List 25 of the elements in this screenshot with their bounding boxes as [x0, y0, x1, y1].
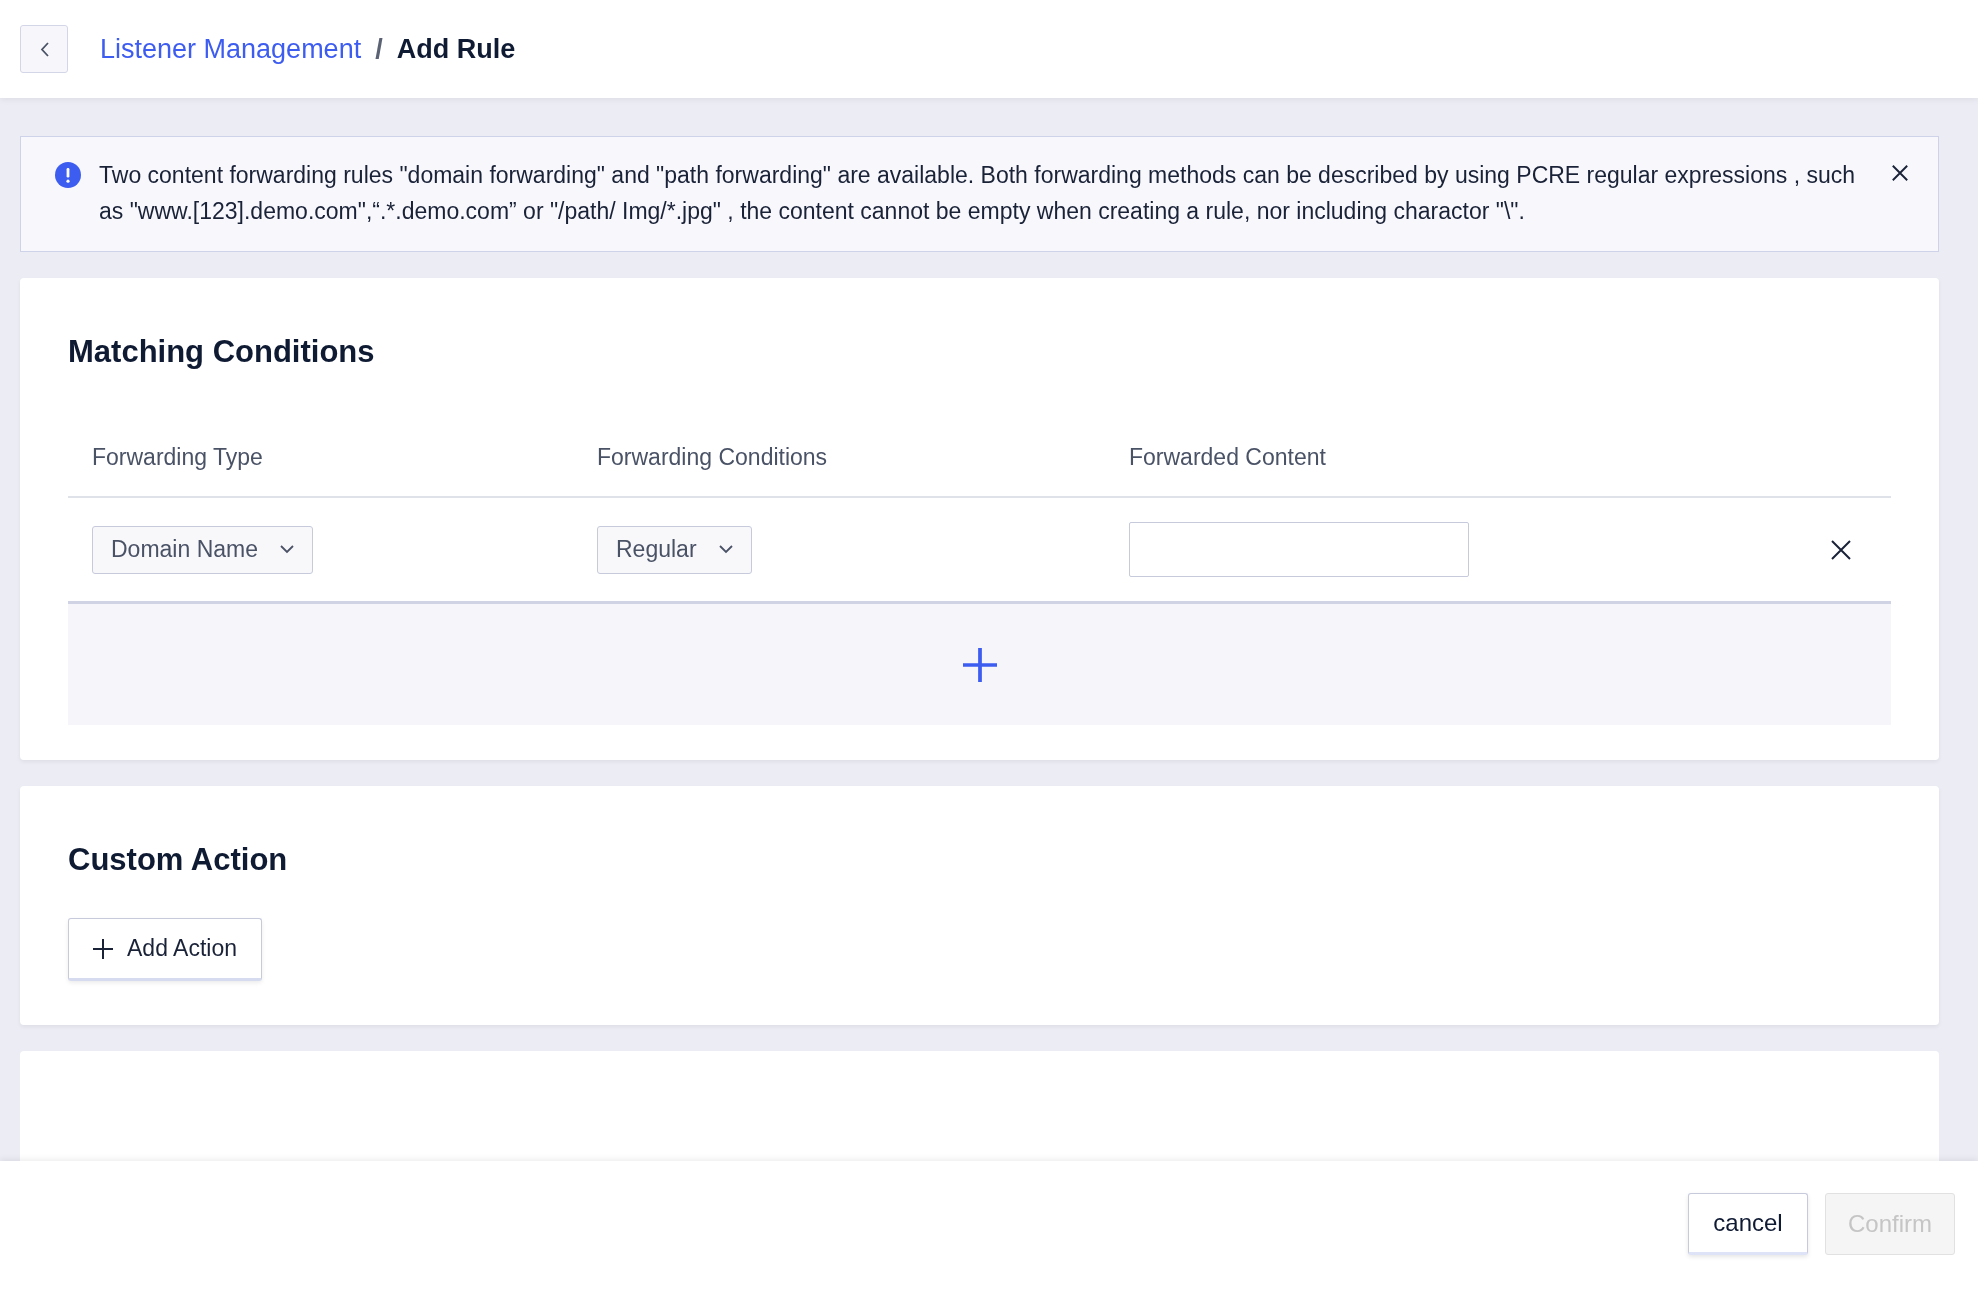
- column-header: Forwarding Conditions: [597, 443, 829, 471]
- page-title: Add Rule: [396, 33, 516, 65]
- back-icon: [39, 41, 49, 57]
- column-header: Forwarded Content: [1129, 443, 1327, 471]
- notice-text: Two content forwarding rules "domain forwarding" and "path forwarding" are available. Both forwarding methods can be described by using PCRE regular expressions , such as "www.[123].demo.com",“.*.demo.com” or "/path/ Img/*.jpg" , the content cannot be empty when creating a rule, nor including charactor "\".: [99, 161, 1857, 226]
- section-title: Matching Conditions: [68, 334, 376, 370]
- plus-icon: [93, 938, 113, 959]
- cancel-button[interactable]: cancel: [1688, 1192, 1808, 1255]
- plus-icon: [962, 647, 997, 682]
- close-icon: [1831, 539, 1851, 560]
- info-icon: [55, 162, 81, 188]
- back-button[interactable]: [20, 25, 68, 73]
- close-icon: [1892, 165, 1908, 181]
- breadcrumb-link[interactable]: Listener Management: [100, 33, 362, 65]
- breadcrumb-separator: /: [375, 33, 383, 65]
- add-action-button[interactable]: Add Action: [68, 918, 262, 981]
- forwarding-condition-dropdown[interactable]: Regular: [597, 525, 752, 574]
- chevron-down-icon: [280, 545, 294, 554]
- section-title: Custom Action: [68, 842, 289, 878]
- forwarding-type-dropdown[interactable]: Domain Name: [92, 525, 313, 574]
- content-input[interactable]: [1129, 522, 1469, 577]
- close-button[interactable]: [1892, 165, 1908, 181]
- chevron-down-icon: [718, 545, 733, 554]
- add-condition-button[interactable]: [68, 604, 1891, 725]
- column-header: Forwarding Type: [92, 443, 264, 471]
